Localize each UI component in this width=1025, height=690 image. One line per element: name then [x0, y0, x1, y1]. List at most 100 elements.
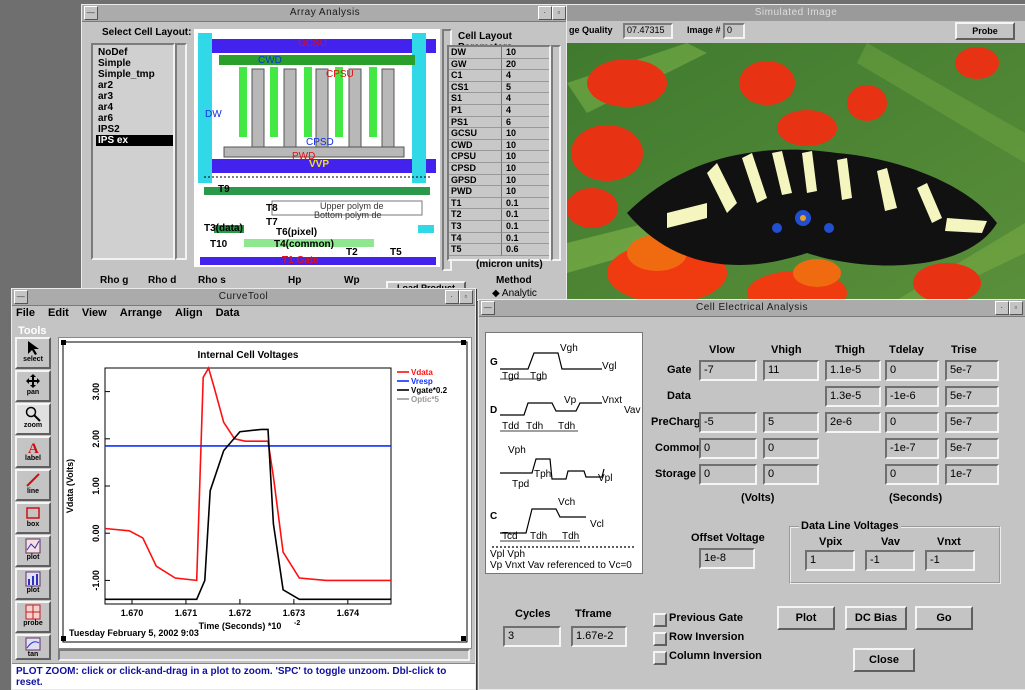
param-value[interactable]: 20: [502, 59, 549, 71]
vav-field[interactable]: -1: [865, 550, 915, 571]
window-menu-icon[interactable]: —: [84, 6, 98, 20]
go-button[interactable]: Go: [915, 606, 973, 630]
offset-voltage-field[interactable]: 1e-8: [699, 548, 755, 569]
param-row[interactable]: T4 0.1: [449, 232, 549, 245]
param-row[interactable]: PS1 6: [449, 116, 549, 129]
column-inversion-checkbox[interactable]: [653, 651, 667, 665]
layout-list-item[interactable]: ar3: [96, 91, 173, 102]
param-row[interactable]: P1 4: [449, 104, 549, 117]
precharge-tdelay-field[interactable]: 0: [885, 412, 939, 433]
cycles-field[interactable]: 3: [503, 626, 561, 647]
layout-list-item[interactable]: Simple_tmp: [96, 69, 173, 80]
param-row[interactable]: GW 20: [449, 58, 549, 71]
param-value[interactable]: 10: [502, 128, 549, 140]
precharge-trise-field[interactable]: 5e-7: [945, 412, 999, 433]
layout-list[interactable]: NoDef Simple Simple_tmp ar2 ar3 ar4 ar6 IPS2 IPS…: [91, 43, 175, 260]
menu-file[interactable]: File: [16, 307, 35, 319]
menu-edit[interactable]: Edit: [48, 307, 69, 319]
param-row[interactable]: CPSU 10: [449, 151, 549, 163]
image-number-field[interactable]: 0: [723, 23, 745, 39]
param-row[interactable]: GCSU 10: [449, 128, 549, 140]
storage-vhigh-field[interactable]: 0: [763, 464, 819, 485]
param-value[interactable]: 10: [502, 151, 549, 163]
params-scrollbar[interactable]: [551, 45, 561, 261]
row-inversion-checkbox[interactable]: [653, 632, 667, 646]
pan-tool[interactable]: pan: [15, 370, 51, 402]
gate-vhigh-field[interactable]: 11: [763, 360, 819, 381]
param-value[interactable]: 0.1: [502, 233, 549, 245]
param-value[interactable]: 0.1: [502, 221, 549, 233]
param-row[interactable]: T3 0.1: [449, 220, 549, 233]
menu-align[interactable]: Align: [175, 307, 203, 319]
tframe-field[interactable]: 1.67e-2: [571, 626, 627, 647]
layout-list-item[interactable]: Simple: [96, 58, 173, 69]
param-row[interactable]: T2 0.1: [449, 209, 549, 221]
minimize-icon[interactable]: ·: [538, 6, 552, 20]
maximize-icon[interactable]: ▫: [1009, 301, 1023, 315]
maximize-icon[interactable]: ▫: [552, 6, 566, 20]
param-value[interactable]: 0.1: [502, 209, 549, 221]
common-tdelay-field[interactable]: -1e-7: [885, 438, 939, 459]
simulated-image[interactable]: [567, 43, 1025, 300]
window-menu-icon[interactable]: —: [481, 301, 495, 315]
plot-button[interactable]: Plot: [777, 606, 835, 630]
param-value[interactable]: 5: [502, 82, 549, 94]
close-button[interactable]: Close: [853, 648, 915, 672]
param-value[interactable]: 4: [502, 70, 549, 82]
menu-view[interactable]: View: [82, 307, 107, 319]
layout-list-item[interactable]: ar4: [96, 102, 173, 113]
menu-data[interactable]: Data: [216, 307, 240, 319]
dc-bias-button[interactable]: DC Bias: [845, 606, 907, 630]
vpix-field[interactable]: 1: [805, 550, 855, 571]
method-analytic-radio[interactable]: ◆ Analytic: [492, 288, 537, 299]
curvetool-titlebar[interactable]: — CurveTool · ▫: [12, 289, 475, 306]
minimize-icon[interactable]: ·: [995, 301, 1009, 315]
data-trise-field[interactable]: 5e-7: [945, 386, 999, 407]
probe-tool[interactable]: probe: [15, 601, 51, 633]
window-menu-icon[interactable]: —: [14, 290, 28, 304]
param-row[interactable]: T1 0.1: [449, 197, 549, 210]
data-thigh-field[interactable]: 1.3e-5: [825, 386, 881, 407]
line-tool[interactable]: line: [15, 469, 51, 501]
gate-thigh-field[interactable]: 1.1e-5: [825, 360, 881, 381]
layout-list-item[interactable]: NoDef: [96, 47, 173, 58]
param-value[interactable]: 4: [502, 93, 549, 105]
simulated-image-titlebar[interactable]: Simulated Image: [567, 5, 1025, 22]
zoom-tool[interactable]: zoom: [15, 403, 51, 435]
precharge-vhigh-field[interactable]: 5: [763, 412, 819, 433]
param-value[interactable]: 10: [502, 47, 549, 59]
common-trise-field[interactable]: 5e-7: [945, 438, 999, 459]
probe-button[interactable]: Probe: [955, 22, 1015, 40]
param-value[interactable]: 0.1: [502, 198, 549, 210]
label-tool[interactable]: Alabel: [15, 436, 51, 468]
common-vhigh-field[interactable]: 0: [763, 438, 819, 459]
gate-tdelay-field[interactable]: 0: [885, 360, 939, 381]
image-quality-field[interactable]: 07.47315: [623, 23, 673, 39]
previous-gate-checkbox[interactable]: [653, 613, 667, 627]
plot2-tool[interactable]: plot: [15, 568, 51, 600]
param-value[interactable]: 10: [502, 186, 549, 198]
gate-trise-field[interactable]: 5e-7: [945, 360, 999, 381]
param-row[interactable]: T5 0.6: [449, 244, 549, 256]
param-value[interactable]: 10: [502, 175, 549, 187]
select-tool[interactable]: select: [15, 337, 51, 369]
layout-list-item[interactable]: IPS2: [96, 124, 173, 135]
storage-vlow-field[interactable]: 0: [699, 464, 757, 485]
param-value[interactable]: 10: [502, 140, 549, 152]
minimize-icon[interactable]: ·: [445, 290, 459, 304]
param-value[interactable]: 6: [502, 117, 549, 129]
plot-canvas[interactable]: Internal Cell Voltages 1.670 1.671 1.672 1.6…: [58, 337, 472, 649]
param-row[interactable]: PWD 10: [449, 186, 549, 198]
layout-list-item[interactable]: ar2: [96, 80, 173, 91]
param-value[interactable]: 0.6: [502, 244, 549, 256]
cell-electrical-titlebar[interactable]: — Cell Electrical Analysis · ▫: [479, 300, 1025, 317]
precharge-thigh-field[interactable]: 2e-6: [825, 412, 881, 433]
tangent-tool[interactable]: tan: [15, 634, 51, 660]
param-row[interactable]: S1 4: [449, 93, 549, 105]
param-value[interactable]: 4: [502, 105, 549, 117]
param-row[interactable]: CWD 10: [449, 139, 549, 152]
vnxt-field[interactable]: -1: [925, 550, 975, 571]
param-row[interactable]: C1 4: [449, 70, 549, 82]
box-tool[interactable]: box: [15, 502, 51, 534]
param-row[interactable]: DW 10: [449, 47, 549, 59]
